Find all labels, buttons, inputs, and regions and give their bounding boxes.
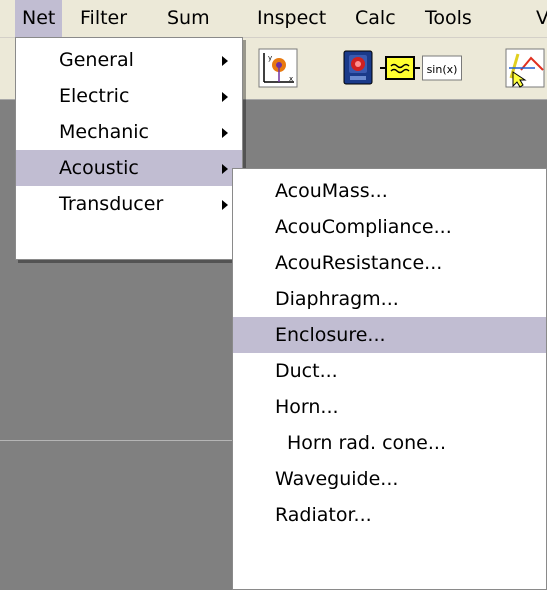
menu-calc[interactable]: Calc bbox=[348, 0, 403, 37]
menu-inspect[interactable]: Inspect bbox=[250, 0, 333, 37]
loudspeaker-icon[interactable] bbox=[338, 48, 378, 88]
acoustic-submenu: AcouMass... AcouCompliance... AcouResist… bbox=[232, 168, 547, 590]
acoustic-item-diaphragm[interactable]: Diaphragm... bbox=[233, 281, 546, 317]
svg-text:x: x bbox=[289, 75, 293, 83]
polar-plot-icon[interactable]: y x bbox=[258, 48, 298, 88]
net-menu-item-acoustic[interactable]: Acoustic bbox=[16, 150, 242, 186]
menu-tools[interactable]: Tools bbox=[418, 0, 479, 37]
submenu-arrow-icon bbox=[222, 92, 228, 102]
pointer-waveform-icon[interactable] bbox=[505, 48, 545, 88]
workspace-divider bbox=[0, 440, 232, 441]
net-menu: General Electric Mechanic Acoustic Trans… bbox=[15, 37, 243, 260]
net-menu-item-label: Transducer bbox=[59, 193, 164, 215]
acoustic-item-waveguide[interactable]: Waveguide... bbox=[233, 461, 546, 497]
menu-bar: Net Filter Sum Inspect Calc Tools V bbox=[0, 0, 547, 38]
acoustic-item-duct[interactable]: Duct... bbox=[233, 353, 546, 389]
net-menu-item-general[interactable]: General bbox=[16, 42, 242, 78]
menu-view-partial[interactable]: V bbox=[529, 0, 547, 37]
submenu-arrow-icon bbox=[222, 164, 228, 174]
acoustic-item-acouresistance[interactable]: AcouResistance... bbox=[233, 245, 546, 281]
net-menu-item-transducer[interactable]: Transducer bbox=[16, 186, 242, 222]
menu-net[interactable]: Net bbox=[15, 0, 63, 37]
acoustic-item-enclosure[interactable]: Enclosure... bbox=[233, 317, 546, 353]
acoustic-item-acoucompliance[interactable]: AcouCompliance... bbox=[233, 209, 546, 245]
svg-text:y: y bbox=[268, 54, 272, 62]
submenu-arrow-icon bbox=[222, 56, 228, 66]
net-menu-item-electric[interactable]: Electric bbox=[16, 78, 242, 114]
net-menu-item-label: Mechanic bbox=[59, 121, 149, 143]
net-menu-item-label: General bbox=[59, 49, 134, 71]
net-menu-item-label: Electric bbox=[59, 85, 130, 107]
net-menu-item-label: Acoustic bbox=[59, 157, 139, 179]
filter-block-icon[interactable] bbox=[380, 48, 420, 88]
acoustic-item-horn[interactable]: Horn... bbox=[233, 389, 546, 425]
acoustic-item-acoumass[interactable]: AcouMass... bbox=[233, 173, 546, 209]
submenu-arrow-icon bbox=[222, 128, 228, 138]
sine-function-button[interactable]: sin(x) bbox=[422, 48, 462, 88]
submenu-arrow-icon bbox=[222, 200, 228, 210]
menu-sum[interactable]: Sum bbox=[160, 0, 217, 37]
sine-function-label: sin(x) bbox=[427, 63, 458, 76]
net-menu-item-mechanic[interactable]: Mechanic bbox=[16, 114, 242, 150]
acoustic-item-radiator[interactable]: Radiator... bbox=[233, 497, 546, 533]
menu-filter[interactable]: Filter bbox=[73, 0, 134, 37]
acoustic-item-horn-rad-cone[interactable]: Horn rad. cone... bbox=[233, 425, 546, 461]
